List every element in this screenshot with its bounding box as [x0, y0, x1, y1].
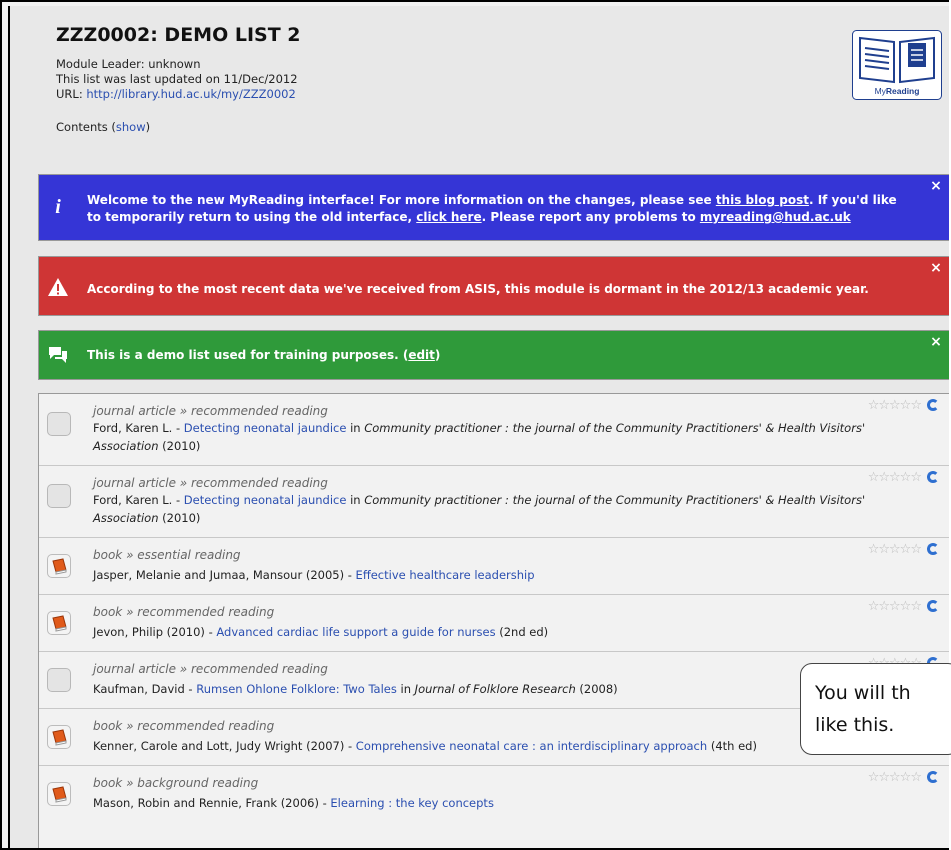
click-here-link[interactable]: click here [416, 210, 481, 224]
last-updated: This list was last updated on 11/Dec/201… [56, 72, 298, 86]
list-item: journal article » recommended reading Fo… [39, 466, 949, 538]
refresh-icon[interactable] [927, 399, 939, 411]
contents-end: ) [145, 120, 151, 134]
book-icon [47, 725, 71, 749]
warning-alert: According to the most recent data we've … [38, 256, 949, 316]
book-icon [47, 611, 71, 635]
list-url: URL: http://library.hud.ac.uk/my/ZZZ0002 [56, 87, 296, 101]
item-title-link[interactable]: Detecting neonatal jaundice [184, 421, 347, 435]
myreading-logo[interactable]: MyReading [852, 30, 942, 100]
journal-article-icon [47, 668, 71, 692]
url-link[interactable]: http://library.hud.ac.uk/my/ZZZ0002 [86, 87, 295, 101]
note-alert: This is a demo list used for training pu… [38, 330, 949, 380]
tutorial-callout: You will th like this. [800, 663, 951, 755]
svg-text:i: i [55, 196, 61, 217]
svg-text:MyReading: MyReading [875, 86, 920, 96]
info-alert: i Welcome to the new MyReading interface… [38, 174, 949, 241]
rating-stars[interactable]: ☆☆☆☆☆ [868, 398, 922, 413]
show-contents-link[interactable]: show [116, 120, 146, 134]
item-type: book » background reading [93, 776, 259, 790]
book-icon [47, 554, 71, 578]
module-leader: Module Leader: unknown [56, 57, 201, 71]
item-citation: Ford, Karen L. - Detecting neonatal jaun… [93, 421, 866, 453]
callout-line-2: like this. [815, 714, 895, 736]
url-label: URL: [56, 87, 87, 101]
rating-stars[interactable]: ☆☆☆☆☆ [868, 470, 922, 485]
logo-text-prefix: My [875, 86, 887, 96]
item-type: journal article » recommended reading [93, 662, 328, 676]
refresh-icon[interactable] [927, 600, 939, 612]
info-icon: i [47, 195, 69, 217]
item-type: book » recommended reading [93, 719, 275, 733]
blog-post-link[interactable]: this blog post [716, 193, 809, 207]
item-citation: Jasper, Melanie and Jumaa, Mansour (2005… [93, 568, 535, 582]
rating-stars[interactable]: ☆☆☆☆☆ [868, 770, 922, 785]
close-info-alert-button[interactable]: × [929, 179, 943, 193]
item-type: journal article » recommended reading [93, 404, 328, 418]
page-title: ZZZ0002: DEMO LIST 2 [56, 24, 301, 46]
item-citation: Mason, Robin and Rennie, Frank (2006) - … [93, 796, 494, 810]
item-title-link[interactable]: Advanced cardiac life support a guide fo… [216, 625, 495, 639]
item-title-link[interactable]: Elearning : the key concepts [330, 796, 494, 810]
reading-list: journal article » recommended reading Fo… [38, 393, 949, 848]
book-icon [47, 782, 71, 806]
close-warning-alert-button[interactable]: × [929, 261, 943, 275]
info-alert-text: Welcome to the new MyReading interface! … [87, 193, 897, 224]
item-type: book » essential reading [93, 548, 241, 562]
contents-label: Contents ( [56, 120, 116, 134]
item-title-link[interactable]: Comprehensive neonatal care : an interdi… [356, 739, 707, 753]
email-link[interactable]: myreading@hud.ac.uk [700, 210, 851, 224]
item-type: book » recommended reading [93, 605, 275, 619]
item-type: journal article » recommended reading [93, 476, 328, 490]
refresh-icon[interactable] [927, 471, 939, 483]
list-header: ZZZ0002: DEMO LIST 2 Module Leader: unkn… [18, 6, 948, 161]
refresh-icon[interactable] [927, 543, 939, 555]
note-alert-text: This is a demo list used for training pu… [87, 348, 441, 362]
rating-stars[interactable]: ☆☆☆☆☆ [868, 599, 922, 614]
book-logo-icon: MyReading [852, 30, 942, 100]
item-citation: Ford, Karen L. - Detecting neonatal jaun… [93, 493, 866, 525]
list-item: book » recommended reading Jevon, Philip… [39, 595, 949, 652]
edit-note-link[interactable]: edit [408, 348, 435, 362]
close-note-alert-button[interactable]: × [929, 335, 943, 349]
item-title-link[interactable]: Detecting neonatal jaundice [184, 493, 347, 507]
list-item: book » background reading Mason, Robin a… [39, 766, 949, 823]
item-title-link[interactable]: Effective healthcare leadership [356, 568, 535, 582]
item-citation: Jevon, Philip (2010) - Advanced cardiac … [93, 625, 549, 639]
contents-toggle: Contents (show) [56, 120, 150, 134]
warning-icon [47, 276, 69, 298]
rating-stars[interactable]: ☆☆☆☆☆ [868, 542, 922, 557]
comment-icon [47, 344, 69, 366]
list-item: book » essential reading Jasper, Melanie… [39, 538, 949, 595]
item-title-link[interactable]: Rumsen Ohlone Folklore: Two Tales [196, 682, 397, 696]
journal-article-icon [47, 412, 71, 436]
refresh-icon[interactable] [927, 771, 939, 783]
warning-alert-text: According to the most recent data we've … [87, 282, 869, 296]
list-item: journal article » recommended reading Fo… [39, 394, 949, 466]
journal-article-icon [47, 484, 71, 508]
callout-line-1: You will th [815, 682, 911, 704]
